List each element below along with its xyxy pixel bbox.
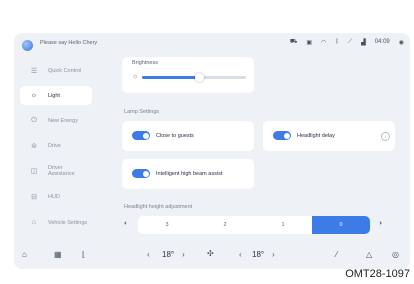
info-icon[interactable]: i [381, 132, 390, 141]
voice-assistant-prompt[interactable]: Please say Hello Chery [40, 40, 97, 46]
brightness-icon: ☼ [132, 73, 139, 80]
status-icons: ⛟ ▣ ◠ ᛒ ⟋ ▟ 04:09 ◉ [290, 38, 404, 46]
high-beam-assist-label: Intelligent high beam assist [156, 171, 223, 177]
signal-icon: ▟ [361, 39, 366, 46]
quick-control-icon: ☰ [30, 67, 38, 75]
brightness-slider-fill [142, 76, 200, 79]
headlight-delay-toggle[interactable] [273, 131, 291, 140]
temp-right-increase[interactable]: › [272, 250, 275, 259]
infotainment-screen: Please say Hello Chery ⛟ ▣ ◠ ᛒ ⟋ ▟ 04:09… [14, 33, 410, 269]
headlight-low-icon: ◐ [124, 220, 129, 227]
headlight-high-icon: ◑ [378, 220, 383, 227]
temp-right-value: 18° [252, 250, 264, 259]
energy-icon: ⏻ [31, 116, 37, 124]
temp-right-number: 18 [252, 250, 261, 259]
brightness-slider[interactable] [142, 73, 246, 82]
bottom-dock: ⌂ ▦ ⌊ ‹ 18° › ✣ ‹ 18° › ⁄ △ ◎ [14, 242, 410, 269]
light-settings-panel: Brightness ☼ Lamp Settings Close to gues… [122, 57, 410, 242]
voice-assistant-icon[interactable] [22, 40, 33, 51]
high-beam-assist-card: Intelligent high beam assist [122, 159, 254, 189]
sidebar-item-drive[interactable]: ⊜ Drive [20, 136, 92, 155]
hud-icon: ⊟ [31, 193, 37, 201]
sidebar-item-vehicle-settings[interactable]: ⌂ Vehicle Settings [20, 213, 92, 232]
temp-left-value: 18° [162, 250, 174, 259]
close-to-guests-label: Close to guests [156, 133, 194, 139]
seat-icon[interactable]: ⌊ [82, 250, 85, 259]
sidebar-item-new-energy[interactable]: ⏻ New Energy [20, 111, 92, 130]
close-to-guests-card: Close to guests [122, 121, 254, 151]
settings-sidebar: ☰ Quick Control ☼ Light ⏻ New Energy ⊜ D… [14, 57, 96, 242]
sidebar-item-quick-control[interactable]: ☰ Quick Control [20, 61, 92, 80]
driver-assistance-icon: ◫ [30, 167, 38, 175]
home-icon[interactable]: ⌂ [22, 250, 27, 259]
temp-right-unit: ° [260, 250, 265, 259]
bluetooth-icon: ᛒ [335, 39, 339, 45]
headlight-delay-label: Headlight delay [297, 133, 335, 139]
brightness-slider-handle[interactable] [194, 73, 204, 82]
account-icon[interactable]: ◉ [399, 39, 404, 46]
sidebar-item-label: Drive [48, 142, 61, 149]
headlight-height-option[interactable]: 2 [196, 216, 254, 234]
headlight-delay-card: Headlight delay i [263, 121, 395, 151]
hazard-icon[interactable]: △ [366, 250, 372, 259]
sidebar-item-label: New Energy [48, 117, 78, 124]
lamp-settings-title: Lamp Settings [124, 109, 160, 115]
clock-time: 04:09 [374, 39, 390, 45]
headlight-height-segments: 3 2 1 0 [138, 216, 370, 234]
fan-icon[interactable]: ✣ [207, 249, 214, 258]
figure-caption: OMT28-1097 [345, 268, 410, 280]
close-to-guests-toggle[interactable] [132, 131, 150, 140]
high-beam-assist-toggle[interactable] [132, 169, 150, 178]
signal-off-icon: ⟋ [347, 38, 353, 45]
car-icon: ⛟ [289, 39, 298, 45]
music-icon[interactable]: ◎ [392, 250, 399, 259]
headlight-height-option[interactable]: 3 [138, 216, 196, 234]
sidebar-item-label: Driver Assistance [48, 164, 75, 177]
sidebar-item-label: Light [48, 92, 60, 99]
sidebar-item-driver-assistance[interactable]: ◫ Driver Assistance [20, 161, 92, 180]
light-icon: ☼ [30, 92, 38, 99]
headlight-height-title: Headlight height adjustment [124, 204, 193, 210]
wifi-icon: ◠ [321, 39, 327, 46]
wiper-icon[interactable]: ⁄ [336, 250, 337, 259]
sidebar-item-label: HUD [48, 193, 60, 200]
headlight-height-option-selected[interactable]: 0 [312, 216, 370, 234]
brightness-label: Brightness [132, 60, 158, 66]
headlight-height-selector: 3 2 1 0 [138, 216, 370, 234]
temp-right-decrease[interactable]: ‹ [239, 250, 242, 259]
drive-icon: ⊜ [31, 142, 37, 150]
brightness-card: Brightness ☼ [122, 57, 254, 93]
camera-icon: ▣ [306, 39, 313, 46]
apps-grid-icon[interactable]: ▦ [54, 250, 62, 259]
temp-left-unit: ° [170, 250, 175, 259]
temp-left-increase[interactable]: › [182, 250, 185, 259]
sidebar-item-light[interactable]: ☼ Light [20, 86, 92, 105]
vehicle-settings-icon: ⌂ [31, 219, 37, 226]
sidebar-item-label: Quick Control [48, 67, 82, 74]
temp-left-decrease[interactable]: ‹ [147, 250, 150, 259]
sidebar-item-hud[interactable]: ⊟ HUD [20, 187, 92, 206]
sidebar-item-label: Vehicle Settings [48, 219, 88, 226]
temp-left-number: 18 [162, 250, 171, 259]
top-status-bar: Please say Hello Chery ⛟ ▣ ◠ ᛒ ⟋ ▟ 04:09… [14, 33, 410, 57]
headlight-height-option[interactable]: 1 [254, 216, 312, 234]
